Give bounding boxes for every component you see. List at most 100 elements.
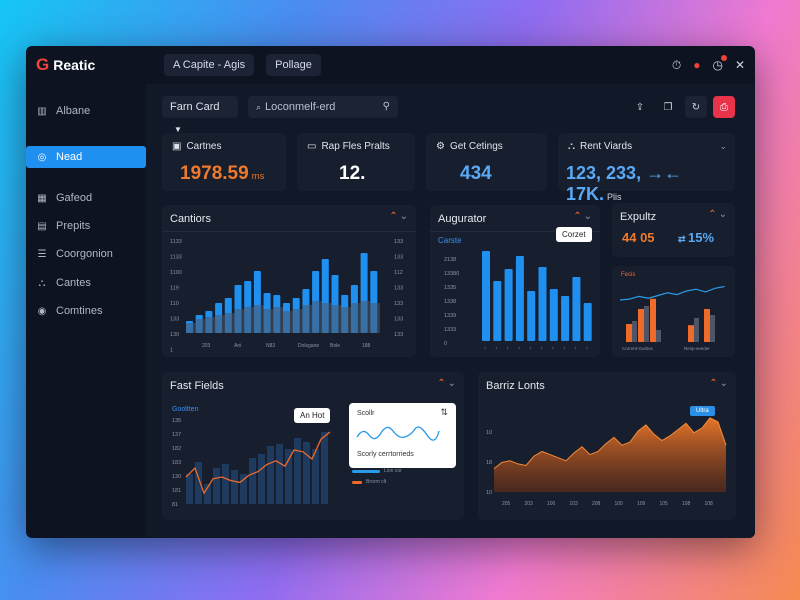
y-tick-label: 1 bbox=[170, 348, 173, 354]
sidebar-item-label: Albane bbox=[56, 105, 91, 117]
y-tick-label: 130 bbox=[170, 332, 179, 338]
x-tick-label: 1 bbox=[574, 345, 577, 350]
title-bar: G Reatic A Capite - Agis Pollage ⏱ ● ◷ ✕ bbox=[26, 46, 755, 84]
x-tick-label: 208 bbox=[592, 501, 601, 507]
chart-bar bbox=[504, 269, 513, 341]
mini-card[interactable]: Scollr ⇅ Scorly cerrtorrieds bbox=[349, 403, 456, 468]
sidebar: ▥ Albane ◎ Nead ▦ Gafeod ▤ Prepits ☰ Coo… bbox=[26, 84, 146, 538]
y-tick-label: 182 bbox=[172, 446, 181, 452]
chart-bar bbox=[527, 291, 536, 341]
chart-bar-secondary bbox=[205, 317, 216, 333]
mini-legend: Lion cor Brorrn clt bbox=[352, 468, 452, 485]
x-tick-label: 100 bbox=[547, 501, 556, 507]
stat-card-viards[interactable]: ⛬ Rent Viards ⌄ 123, 233, →← 17K. Plis bbox=[558, 133, 735, 204]
sidebar-item-comtines[interactable]: ◉ Comtines bbox=[26, 300, 146, 322]
chart-bar bbox=[321, 432, 328, 504]
chart-bar-secondary bbox=[244, 307, 254, 333]
app-window: G Reatic A Capite - Agis Pollage ⏱ ● ◷ ✕… bbox=[26, 46, 755, 538]
expultz-chart: Corrent-Guittos Resp-seeder bbox=[619, 285, 725, 351]
chart-bar-secondary bbox=[632, 321, 637, 342]
x-tick-label: 108 bbox=[682, 501, 691, 507]
card-dropdown[interactable]: Farn Card ▼ bbox=[162, 96, 238, 134]
x-tick-label: 1 bbox=[541, 345, 544, 350]
search-value: Loconmelf-erd bbox=[265, 101, 336, 113]
stat-value: 1978.59 rns bbox=[180, 163, 264, 185]
panel-expultz-chart: Fecis Corrent-Guittos Resp-seeder bbox=[612, 266, 735, 357]
x-tick-label: Corrent-Guittos bbox=[622, 346, 654, 351]
stat-card-cetings[interactable]: ⚙ Get Cetings 434 bbox=[426, 133, 547, 191]
chart-line bbox=[619, 285, 725, 301]
x-tick-label: 105 bbox=[660, 501, 669, 507]
x-tick-label: 103 bbox=[570, 501, 579, 507]
y-tick-label: 2138 bbox=[444, 257, 456, 263]
chart-bar-secondary bbox=[224, 313, 235, 333]
sidebar-item-albane[interactable]: ▥ Albane bbox=[26, 100, 146, 122]
stat-label: Get Cetings bbox=[449, 141, 503, 152]
stat-number: 123, 233, →← 17K. bbox=[566, 163, 683, 204]
sidebar-item-coorgonion[interactable]: ☰ Coorgonion bbox=[26, 243, 146, 265]
x-tick-label: 1 bbox=[586, 345, 589, 350]
print-icon[interactable]: ⎙ bbox=[713, 96, 735, 118]
stat-label: Rent Viards bbox=[580, 141, 633, 152]
stat-card-cartnes[interactable]: ▣ Cartnes 1978.59 rns bbox=[162, 133, 286, 191]
sidebar-item-prepits[interactable]: ▤ Prepits bbox=[26, 215, 146, 237]
chart-bar-secondary bbox=[186, 323, 196, 333]
y-tick-label: 133 bbox=[170, 317, 179, 323]
chart-bar bbox=[258, 454, 265, 504]
main-content: Farn Card ▼ ⌕ Loconmelf-erd ⚲ ⇪ ❐ ↻ ⎙ ▣ C… bbox=[146, 84, 755, 538]
y-tick-label: 133 bbox=[394, 332, 403, 338]
chart-bar bbox=[538, 267, 547, 341]
stat-card-pralts[interactable]: ▭ Rap Fles Pralts 12. bbox=[297, 133, 415, 191]
x-tick-label: N83 bbox=[266, 343, 275, 349]
sidebar-item-cantes[interactable]: ⛬ Cantes bbox=[26, 272, 146, 294]
y-tick-label: 130 bbox=[172, 474, 181, 480]
tag-icon[interactable]: ● bbox=[693, 58, 700, 72]
cards-icon: ▣ bbox=[172, 141, 182, 152]
panel-augurator: Augurator ⌃ ⌄ Carste Corzet 2138 13380 1335… bbox=[430, 205, 600, 357]
sidebar-item-gafeod[interactable]: ▦ Gafeod bbox=[26, 187, 146, 209]
clock-icon[interactable]: ◷ bbox=[712, 55, 727, 72]
panel-cantiors: Cantiors ⌃ ⌄ 1133 1133 1100 119 110 133 130 1 133… bbox=[162, 205, 416, 357]
copy-icon[interactable]: ❐ bbox=[657, 96, 679, 118]
y-tick-label: 133 bbox=[394, 286, 403, 292]
chart-bar bbox=[482, 251, 490, 341]
chevron-down-icon[interactable]: ⌄ bbox=[719, 141, 727, 152]
y-tick-label: 135 bbox=[172, 418, 181, 424]
search-input[interactable]: ⌕ Loconmelf-erd ⚲ bbox=[248, 96, 398, 118]
chart-bar bbox=[294, 438, 301, 504]
chart-bar-secondary bbox=[350, 303, 361, 333]
x-tick-label: 1 bbox=[484, 345, 487, 350]
export-icon[interactable]: ⇪ bbox=[629, 96, 651, 118]
x-tick-label: 1 bbox=[507, 345, 510, 350]
x-tick-label: 203 bbox=[202, 343, 211, 349]
sidebar-item-label: Comtines bbox=[56, 305, 103, 317]
settings-icon: ◎ bbox=[37, 151, 47, 163]
top-tab-1[interactable]: A Capite - Agis bbox=[164, 54, 255, 76]
y-tick-label: 1339 bbox=[444, 313, 456, 319]
legend-label: Lion cor bbox=[384, 468, 402, 474]
chart-bar-secondary bbox=[710, 315, 715, 342]
search-icon[interactable]: ⚲ bbox=[383, 96, 390, 118]
app-logo[interactable]: G Reatic bbox=[36, 55, 164, 75]
y-tick-label: 10 bbox=[486, 430, 492, 436]
y-tick-label: 133 bbox=[394, 255, 403, 261]
grid-icon: ▦ bbox=[37, 192, 47, 204]
chart-icon: ⛬ bbox=[38, 277, 46, 289]
chart-bar-secondary bbox=[273, 307, 283, 333]
chart-bar bbox=[186, 474, 193, 504]
chart-bar bbox=[688, 325, 694, 342]
arrow-icon: ⇄ bbox=[678, 234, 689, 244]
top-tab-2[interactable]: Pollage bbox=[266, 54, 321, 76]
chevron-up-icon: ⌃ bbox=[708, 209, 717, 220]
chart-bar bbox=[638, 309, 644, 342]
x-tick-label: Resp-seeder bbox=[684, 346, 710, 351]
refresh-icon[interactable]: ↻ bbox=[685, 96, 707, 118]
chart-bar bbox=[303, 442, 310, 504]
timer-icon[interactable]: ⏱ bbox=[672, 58, 681, 73]
x-tick-label: 109 bbox=[637, 501, 646, 507]
chart-bar bbox=[222, 464, 229, 504]
panel-controls[interactable]: ⌃ ⌄ bbox=[708, 209, 727, 220]
chart-bar bbox=[231, 470, 238, 504]
close-icon[interactable]: ✕ bbox=[735, 58, 745, 72]
sidebar-item-nead[interactable]: ◎ Nead bbox=[26, 146, 146, 168]
